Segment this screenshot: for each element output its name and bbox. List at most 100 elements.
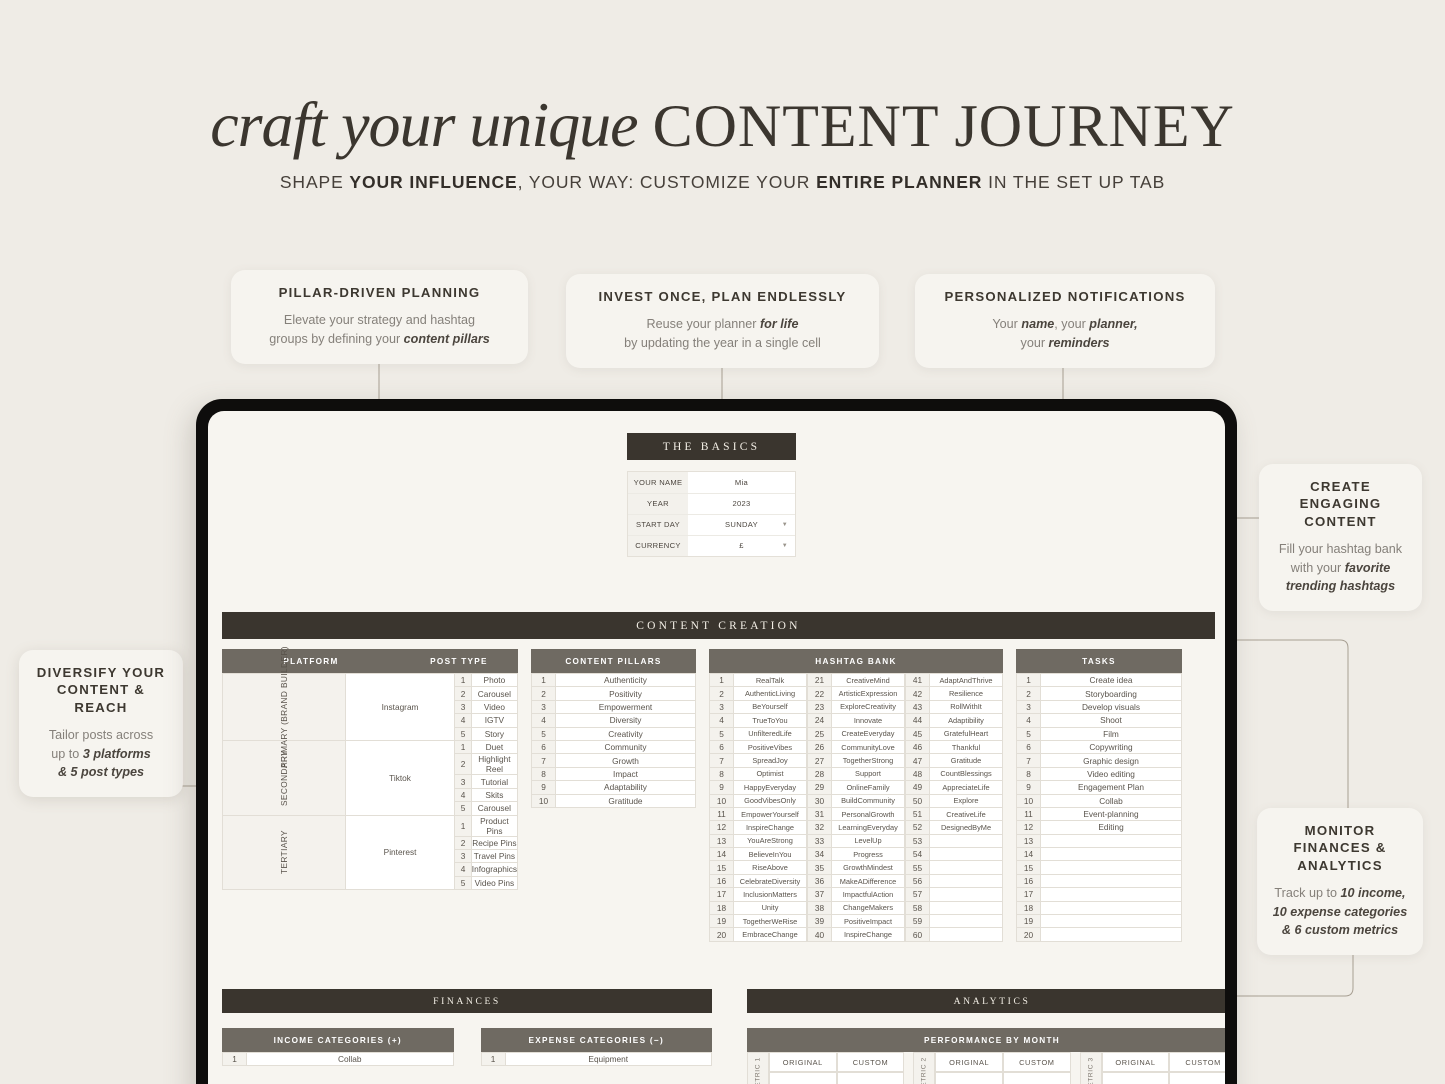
- task-value[interactable]: Editing: [1040, 820, 1182, 835]
- hashtag-value[interactable]: Optimist: [733, 766, 807, 782]
- hashtag-value[interactable]: Gratitude: [929, 753, 1003, 768]
- content-pillar-value[interactable]: Gratitude: [555, 793, 696, 808]
- task-value[interactable]: Storyboarding: [1040, 686, 1182, 701]
- task-value[interactable]: Collab: [1040, 793, 1182, 808]
- hashtag-value[interactable]: LearningEveryday: [831, 820, 905, 835]
- task-value[interactable]: Engagement Plan: [1040, 780, 1182, 795]
- hashtag-value[interactable]: AdaptAndThrive: [929, 672, 1003, 688]
- metric-custom-value[interactable]: [1003, 1072, 1071, 1084]
- content-pillar-value[interactable]: Community: [555, 739, 696, 755]
- metric-custom-value[interactable]: [1169, 1072, 1225, 1084]
- hashtag-value[interactable]: [929, 860, 1003, 875]
- hashtag-value[interactable]: BeYourself: [733, 699, 807, 715]
- hashtag-value[interactable]: CelebrateDiversity: [733, 873, 807, 889]
- post-type-value[interactable]: Carousel: [470, 686, 519, 701]
- hashtag-value[interactable]: Resilience: [929, 686, 1003, 701]
- hashtag-value[interactable]: Innovate: [831, 713, 905, 728]
- metric-custom-value[interactable]: [836, 1072, 905, 1084]
- content-pillar-value[interactable]: Adaptability: [555, 780, 696, 795]
- task-value[interactable]: [1040, 887, 1182, 902]
- basics-row-value[interactable]: 2023: [688, 493, 795, 515]
- content-pillar-value[interactable]: Positivity: [555, 686, 696, 701]
- task-value[interactable]: [1040, 914, 1182, 929]
- hashtag-value[interactable]: TrueToYou: [733, 713, 807, 728]
- content-pillar-value[interactable]: Creativity: [555, 726, 696, 741]
- hashtag-value[interactable]: DesignedByMe: [929, 820, 1003, 835]
- hashtag-value[interactable]: YouAreStrong: [733, 833, 807, 849]
- hashtag-value[interactable]: EmbraceChange: [733, 927, 807, 942]
- hashtag-value[interactable]: TogetherStrong: [831, 753, 905, 768]
- hashtag-value[interactable]: LevelUp: [831, 833, 905, 849]
- post-type-value[interactable]: Carousel: [470, 801, 519, 816]
- hashtag-value[interactable]: PositiveImpact: [831, 914, 905, 929]
- post-type-value[interactable]: IGTV: [470, 713, 519, 728]
- hashtag-value[interactable]: ChangeMakers: [831, 900, 905, 916]
- hashtag-value[interactable]: GrowthMindest: [831, 860, 905, 875]
- hashtag-value[interactable]: RiseAbove: [733, 860, 807, 875]
- hashtag-value[interactable]: PositiveVibes: [733, 739, 807, 755]
- hashtag-value[interactable]: ExploreCreativity: [831, 699, 905, 715]
- hashtag-value[interactable]: Adaptibility: [929, 713, 1003, 728]
- task-value[interactable]: Develop visuals: [1040, 699, 1182, 715]
- hashtag-value[interactable]: [929, 873, 1003, 889]
- hashtag-value[interactable]: CreateEveryday: [831, 726, 905, 741]
- task-value[interactable]: [1040, 900, 1182, 916]
- chevron-down-icon[interactable]: ▼: [782, 522, 788, 528]
- hashtag-value[interactable]: EmpowerYourself: [733, 806, 807, 822]
- chevron-down-icon[interactable]: ▼: [782, 543, 788, 549]
- task-value[interactable]: Copywriting: [1040, 739, 1182, 755]
- post-type-value[interactable]: Product Pins: [470, 814, 519, 837]
- post-type-value[interactable]: Duet: [470, 739, 519, 755]
- hashtag-value[interactable]: [929, 900, 1003, 916]
- hashtag-value[interactable]: ArtisticExpression: [831, 686, 905, 701]
- task-value[interactable]: Video editing: [1040, 766, 1182, 782]
- task-value[interactable]: [1040, 927, 1182, 942]
- platform-name[interactable]: Tiktok: [344, 739, 456, 816]
- hashtag-value[interactable]: [929, 927, 1003, 942]
- post-type-value[interactable]: Recipe Pins: [470, 835, 519, 850]
- hashtag-value[interactable]: SpreadJoy: [733, 753, 807, 768]
- hashtag-value[interactable]: [929, 887, 1003, 902]
- task-value[interactable]: Shoot: [1040, 713, 1182, 728]
- basics-row-value[interactable]: Mia: [688, 472, 795, 494]
- content-pillar-value[interactable]: Growth: [555, 753, 696, 768]
- income-category-value[interactable]: Collab: [246, 1051, 454, 1067]
- hashtag-value[interactable]: CommunityLove: [831, 739, 905, 755]
- hashtag-value[interactable]: InclusionMatters: [733, 887, 807, 902]
- metric-original-value[interactable]: [769, 1072, 837, 1084]
- hashtag-value[interactable]: AuthenticLiving: [733, 686, 807, 701]
- hashtag-value[interactable]: OnlineFamily: [831, 780, 905, 795]
- hashtag-value[interactable]: BelieveInYou: [733, 847, 807, 862]
- post-type-value[interactable]: Story: [470, 726, 519, 741]
- content-pillar-value[interactable]: Impact: [555, 766, 696, 782]
- task-value[interactable]: [1040, 860, 1182, 875]
- hashtag-value[interactable]: [929, 914, 1003, 929]
- content-pillar-value[interactable]: Authenticity: [555, 672, 696, 688]
- basics-row-value[interactable]: £ ▼: [688, 535, 795, 556]
- hashtag-value[interactable]: GoodVibesOnly: [733, 793, 807, 808]
- post-type-value[interactable]: Skits: [470, 787, 519, 803]
- hashtag-value[interactable]: Support: [831, 766, 905, 782]
- task-value[interactable]: Graphic design: [1040, 753, 1182, 768]
- hashtag-value[interactable]: HappyEveryday: [733, 780, 807, 795]
- post-type-value[interactable]: Infographics: [470, 862, 519, 877]
- hashtag-value[interactable]: InspireChange: [831, 927, 905, 942]
- platform-name[interactable]: Pinterest: [344, 814, 456, 891]
- hashtag-value[interactable]: CreativeMind: [831, 672, 905, 688]
- hashtag-value[interactable]: Thankful: [929, 739, 1003, 755]
- metric-original-value[interactable]: ENGAGEMENT: [935, 1072, 1003, 1084]
- hashtag-value[interactable]: AppreciateLife: [929, 780, 1003, 795]
- hashtag-value[interactable]: MakeADifference: [831, 873, 905, 889]
- post-type-value[interactable]: Travel Pins: [470, 848, 519, 864]
- task-value[interactable]: Event-planning: [1040, 806, 1182, 822]
- hashtag-value[interactable]: ImpactfulAction: [831, 887, 905, 902]
- hashtag-value[interactable]: [929, 833, 1003, 849]
- task-value[interactable]: [1040, 873, 1182, 889]
- post-type-value[interactable]: Highlight Reel: [470, 753, 519, 776]
- expense-category-value[interactable]: Equipment: [504, 1051, 712, 1067]
- hashtag-value[interactable]: RealTalk: [733, 672, 807, 688]
- hashtag-value[interactable]: UnfilteredLife: [733, 726, 807, 741]
- content-pillar-value[interactable]: Empowerment: [555, 699, 696, 715]
- hashtag-value[interactable]: TogetherWeRise: [733, 914, 807, 929]
- hashtag-value[interactable]: InspireChange: [733, 820, 807, 835]
